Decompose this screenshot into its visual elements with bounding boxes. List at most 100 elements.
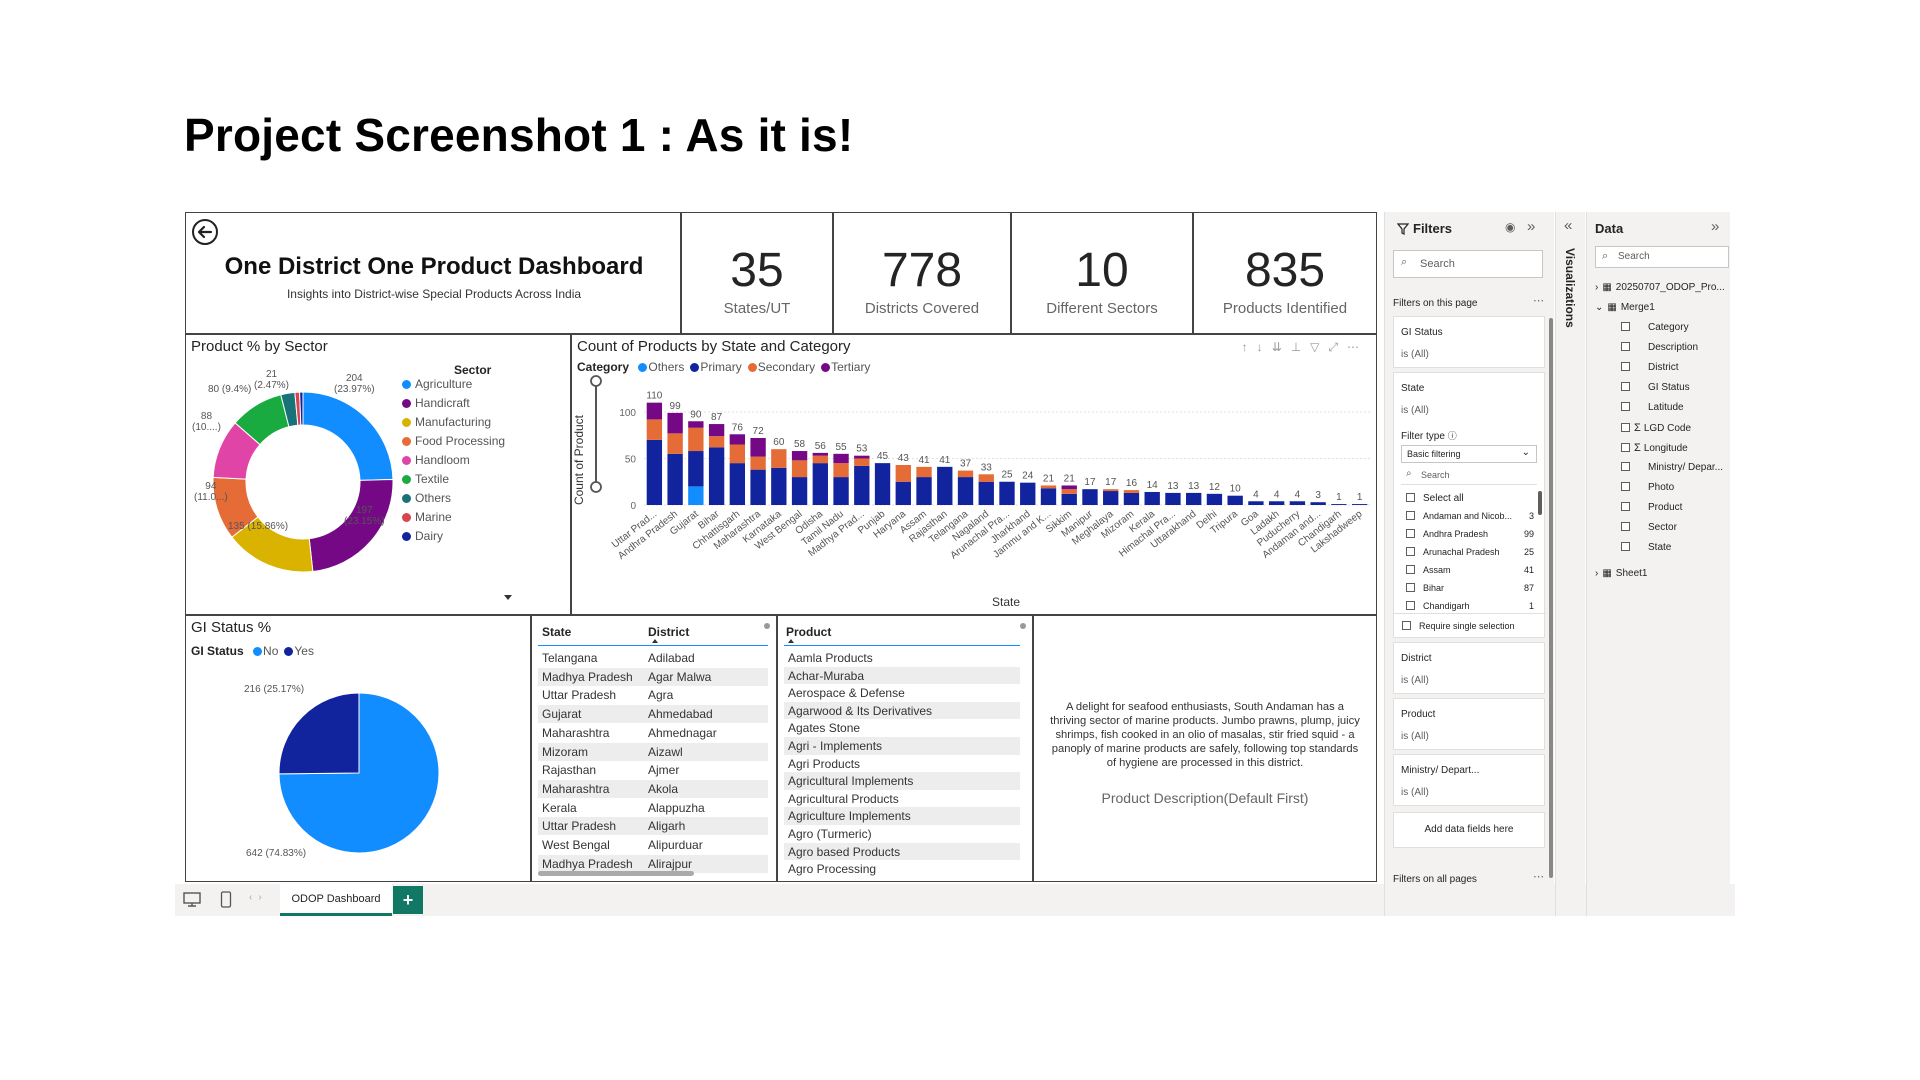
bar-segment[interactable] — [1331, 504, 1347, 505]
bar-segment[interactable] — [1144, 491, 1160, 505]
bar-segment[interactable] — [646, 419, 663, 440]
drill-up-icon[interactable]: ↑ — [1242, 340, 1257, 354]
add-page-button[interactable]: + — [393, 886, 423, 914]
table-row[interactable]: Agriculture Implements — [784, 807, 1020, 826]
bar-segment[interactable] — [1040, 488, 1057, 505]
bar-segment[interactable] — [729, 444, 746, 464]
table-row[interactable]: Agates Stone — [784, 719, 1020, 738]
bar-segment[interactable] — [708, 424, 725, 437]
bar-segment[interactable] — [812, 455, 828, 464]
state-filter-item[interactable]: Bihar 87 — [1406, 583, 1534, 593]
checkbox[interactable] — [1621, 342, 1630, 351]
checkbox[interactable] — [1406, 547, 1415, 556]
legend-item[interactable]: Food Processing — [402, 434, 505, 448]
bar-segment[interactable] — [646, 439, 663, 505]
table-row[interactable]: Gujarat Ahmedabad — [538, 705, 768, 724]
checkbox[interactable] — [1621, 462, 1630, 471]
more-options-icon[interactable]: ⋯ — [1533, 294, 1544, 307]
bar-segment[interactable] — [1103, 489, 1119, 492]
bar-segment[interactable] — [978, 481, 994, 505]
data-field[interactable]: Photo — [1621, 482, 1674, 493]
state-filter-item[interactable]: Andhra Pradesh 99 — [1406, 529, 1534, 539]
checkbox[interactable] — [1621, 322, 1630, 331]
bar-segment[interactable] — [1040, 485, 1057, 489]
bar-segment[interactable] — [1206, 493, 1223, 505]
bar-segment[interactable] — [667, 453, 683, 505]
checkbox[interactable] — [1406, 565, 1415, 574]
legend-item[interactable]: Dairy — [402, 529, 443, 543]
bar-segment[interactable] — [708, 436, 725, 448]
table-row[interactable]: Aerospace & Defense — [784, 684, 1020, 703]
data-field[interactable]: Latitude — [1621, 402, 1684, 413]
bar-segment[interactable] — [729, 434, 746, 445]
bar-segment[interactable] — [937, 466, 953, 505]
kpi-products-card[interactable]: 835 Products Identified — [1193, 212, 1377, 334]
product-table[interactable]: Product Aamla Products Achar-Muraba Aerosp… — [777, 615, 1033, 882]
bar-segment[interactable] — [1103, 491, 1119, 505]
legend-item[interactable]: Agriculture — [402, 377, 472, 391]
tab-odop-dashboard[interactable]: ODOP Dashboard — [280, 884, 392, 916]
kpi-states-card[interactable]: 35 States/UT — [681, 212, 833, 334]
focus-mode-icon[interactable]: ⤢ — [1328, 340, 1347, 354]
legend-item[interactable]: Marine — [402, 510, 452, 524]
table-row[interactable]: Agro based Products — [784, 842, 1020, 861]
checkbox[interactable] — [1621, 423, 1630, 432]
bar-segment[interactable] — [750, 438, 766, 457]
eye-icon[interactable]: ◉ — [1505, 220, 1515, 234]
filters-search-input[interactable]: Search — [1393, 250, 1543, 278]
table-header-state[interactable]: State — [542, 625, 571, 639]
table-row[interactable]: West Bengal Alipurduar — [538, 836, 768, 854]
bar-segment[interactable] — [1351, 504, 1368, 505]
checkbox[interactable] — [1621, 402, 1630, 411]
table-row[interactable]: Agro Processing — [784, 860, 1020, 879]
gi-status-pie-chart[interactable] — [186, 656, 531, 876]
bar-segment[interactable] — [667, 433, 683, 454]
pie-slice-yes[interactable] — [278, 692, 360, 775]
legend-item[interactable]: Handicraft — [402, 396, 470, 410]
bar-segment[interactable] — [729, 463, 746, 505]
table-row[interactable]: Maharashtra Akola — [538, 779, 768, 798]
legend-scroll-down-icon[interactable] — [504, 595, 512, 600]
bar-segment[interactable] — [688, 421, 704, 428]
legend-item[interactable]: Manufacturing — [402, 415, 491, 429]
filters-scrollbar[interactable] — [1549, 318, 1553, 878]
bar-segment[interactable] — [833, 453, 849, 464]
bar-segment[interactable] — [916, 477, 932, 505]
table-row[interactable]: Maharashtra Ahmednagar — [538, 723, 768, 742]
data-search-input[interactable]: ⌕ Search — [1595, 246, 1729, 268]
bar-segment[interactable] — [916, 466, 932, 478]
bar-segment[interactable] — [646, 402, 663, 420]
add-data-fields-dropzone[interactable]: Add data fields here — [1393, 812, 1545, 848]
visualizations-pane-collapsed[interactable]: « Visualizations — [1555, 212, 1585, 916]
filter-icon[interactable]: ▽ — [1310, 340, 1328, 354]
bar-segment[interactable] — [874, 463, 891, 505]
checkbox[interactable] — [1406, 601, 1415, 610]
bar-segment[interactable] — [688, 451, 704, 487]
filter-list-scrollbar[interactable] — [1538, 491, 1542, 515]
bar-segment[interactable] — [1082, 489, 1098, 505]
bar-segment[interactable] — [999, 481, 1015, 505]
checkbox[interactable] — [1621, 362, 1630, 371]
filter-card-ministry[interactable]: Ministry/ Depart... is (All) — [1393, 754, 1545, 806]
expand-level-icon[interactable]: ⇊ — [1272, 340, 1291, 354]
bar-segment[interactable] — [750, 469, 766, 505]
data-table-odop[interactable]: › ▦ 20250707_ODOP_Pro... — [1595, 282, 1725, 293]
checkbox[interactable] — [1406, 529, 1415, 538]
bar-segment[interactable] — [1268, 501, 1285, 505]
state-filter-item[interactable]: Assam 41 — [1406, 565, 1534, 575]
kpi-sectors-card[interactable]: 10 Different Sectors — [1011, 212, 1193, 334]
bar-segment[interactable] — [1186, 492, 1202, 505]
bar-segment[interactable] — [791, 460, 808, 478]
legend-item[interactable]: Textile — [402, 472, 449, 486]
bar-segment[interactable] — [1061, 493, 1077, 505]
bar-segment[interactable] — [1248, 501, 1264, 505]
bar-segment[interactable] — [895, 481, 911, 505]
back-arrow-icon[interactable] — [190, 217, 220, 247]
table-header-district[interactable]: District — [648, 625, 689, 639]
table-row[interactable]: Agri - Implements — [784, 737, 1020, 755]
bar-segment[interactable] — [812, 463, 828, 505]
gi-status-pie-panel[interactable]: GI Status % GI Status No Yes 216 (25.17%)… — [185, 615, 531, 882]
data-field[interactable]: Category — [1621, 322, 1689, 333]
data-field[interactable]: State — [1621, 542, 1671, 553]
checkbox[interactable] — [1406, 511, 1415, 520]
